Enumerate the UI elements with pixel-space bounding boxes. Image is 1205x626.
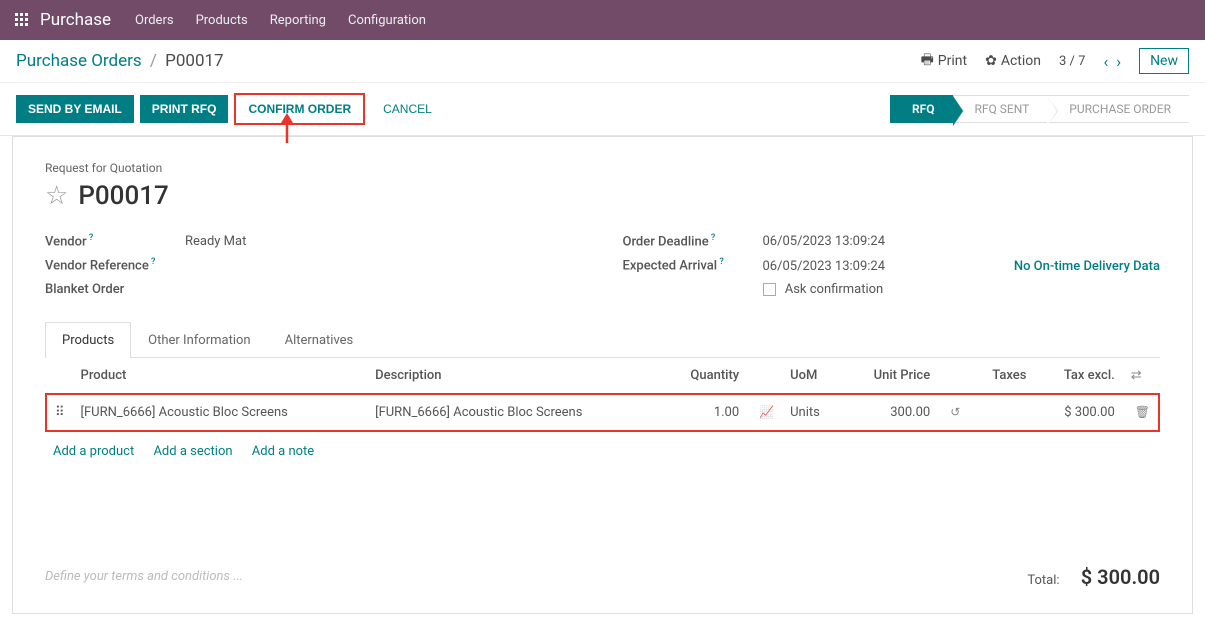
line-description[interactable]: [FURN_6666] Acoustic Bloc Screens [367, 394, 662, 431]
annotation-highlight-confirm: CONFIRM ORDER [234, 93, 365, 125]
top-menu: Orders Products Reporting Configuration [135, 13, 426, 28]
expected-arrival-value[interactable]: 06/05/2023 13:09:24 [763, 259, 886, 274]
menu-orders[interactable]: Orders [135, 13, 174, 28]
menu-products[interactable]: Products [196, 13, 248, 28]
print-icon: 🖶 [921, 49, 934, 73]
action-button[interactable]: ✿ Action [985, 53, 1041, 69]
col-description[interactable]: Description [367, 358, 662, 394]
app-name[interactable]: Purchase [40, 10, 111, 30]
help-icon[interactable]: ? [87, 233, 94, 243]
tab-other-information[interactable]: Other Information [131, 322, 267, 358]
status-bar: RFQ RFQ SENT PURCHASE ORDER [890, 95, 1189, 123]
line-product[interactable]: [FURN_6666] Acoustic Bloc Screens [73, 394, 368, 431]
pager-count: 3 / 7 [1059, 54, 1085, 69]
order-deadline-value[interactable]: 06/05/2023 13:09:24 [763, 234, 886, 249]
col-product[interactable]: Product [73, 358, 368, 394]
pager-prev-icon[interactable]: ‹ [1103, 52, 1108, 71]
col-tax-excl[interactable]: Tax excl. [1034, 358, 1122, 394]
line-taxes[interactable] [968, 394, 1034, 431]
gear-icon: ✿ [985, 53, 997, 69]
terms-input[interactable]: Define your terms and conditions ... [45, 569, 243, 584]
tab-products[interactable]: Products [45, 322, 131, 358]
columns-config-icon[interactable]: ⇄ [1131, 368, 1142, 383]
print-button[interactable]: 🖶 Print [921, 49, 968, 73]
send-by-email-button[interactable]: SEND BY EMAIL [16, 95, 134, 123]
help-icon[interactable]: ? [717, 257, 724, 267]
table-row[interactable]: ⠿ [FURN_6666] Acoustic Bloc Screens [FUR… [46, 394, 1159, 431]
action-label: Action [1001, 53, 1041, 69]
help-icon[interactable]: ? [709, 233, 716, 243]
total-label: Total: [1027, 573, 1059, 588]
line-uom[interactable]: Units [782, 394, 842, 431]
col-unit-price[interactable]: Unit Price [842, 358, 938, 394]
vendor-label: Vendor [45, 234, 87, 249]
add-row-bar: Add a product Add a section Add a note [45, 432, 1160, 471]
menu-reporting[interactable]: Reporting [270, 13, 326, 28]
order-lines-table: Product Description Quantity UoM Unit Pr… [45, 358, 1160, 432]
top-navbar: Purchase Orders Products Reporting Confi… [0, 0, 1205, 40]
star-icon[interactable]: ☆ [45, 181, 68, 211]
control-panel: Purchase Orders / P00017 🖶 Print ✿ Actio… [0, 40, 1205, 83]
record-title: P00017 [78, 181, 168, 211]
order-deadline-label: Order Deadline [623, 234, 709, 249]
help-icon[interactable]: ? [149, 257, 156, 267]
line-subtotal: $ 300.00 [1034, 394, 1122, 431]
forecast-icon[interactable]: 📈 [759, 405, 774, 419]
line-quantity[interactable]: 1.00 [662, 394, 747, 431]
status-rfq-sent[interactable]: RFQ SENT [953, 95, 1048, 123]
action-bar: SEND BY EMAIL PRINT RFQ CONFIRM ORDER CA… [0, 83, 1205, 136]
confirm-order-button[interactable]: CONFIRM ORDER [236, 95, 363, 123]
add-note-link[interactable]: Add a note [252, 444, 314, 459]
menu-configuration[interactable]: Configuration [348, 13, 426, 28]
notebook-tabs: Products Other Information Alternatives [45, 321, 1160, 358]
ask-confirmation-checkbox[interactable] [763, 283, 776, 296]
tab-alternatives[interactable]: Alternatives [268, 322, 371, 358]
total-value: $ 300.00 [1081, 565, 1160, 589]
col-taxes[interactable]: Taxes [968, 358, 1034, 394]
vendor-reference-label: Vendor Reference [45, 259, 149, 274]
history-icon[interactable]: ↺ [950, 405, 960, 419]
breadcrumb-parent[interactable]: Purchase Orders [16, 51, 142, 71]
breadcrumb-sep: / [150, 51, 157, 71]
add-product-link[interactable]: Add a product [53, 444, 134, 459]
vendor-value[interactable]: Ready Mat [185, 234, 246, 249]
apps-grid-icon[interactable] [14, 12, 30, 28]
print-rfq-button[interactable]: PRINT RFQ [140, 95, 229, 123]
form-subtitle: Request for Quotation [45, 161, 1160, 175]
form-sheet: Request for Quotation ☆ P00017 Vendor ? … [12, 136, 1193, 614]
breadcrumb-current: P00017 [165, 51, 224, 71]
cancel-button[interactable]: CANCEL [371, 95, 444, 123]
drag-handle-icon[interactable]: ⠿ [46, 394, 73, 431]
expected-arrival-label: Expected Arrival [623, 259, 718, 274]
breadcrumb: Purchase Orders / P00017 [16, 51, 224, 71]
ask-confirmation-label: Ask confirmation [785, 282, 884, 297]
col-uom[interactable]: UoM [782, 358, 842, 394]
col-quantity[interactable]: Quantity [662, 358, 747, 394]
status-rfq[interactable]: RFQ [890, 95, 953, 123]
line-unit-price[interactable]: 300.00 [842, 394, 938, 431]
status-purchase-order[interactable]: PURCHASE ORDER [1047, 95, 1189, 123]
delete-row-icon[interactable]: 🗑 [1135, 405, 1150, 419]
new-button[interactable]: New [1139, 48, 1189, 74]
add-section-link[interactable]: Add a section [153, 444, 232, 459]
print-label: Print [938, 53, 967, 69]
blanket-order-label: Blanket Order [45, 282, 185, 297]
pager-next-icon[interactable]: › [1116, 52, 1121, 71]
delivery-data-link[interactable]: No On-time Delivery Data [1014, 259, 1160, 274]
